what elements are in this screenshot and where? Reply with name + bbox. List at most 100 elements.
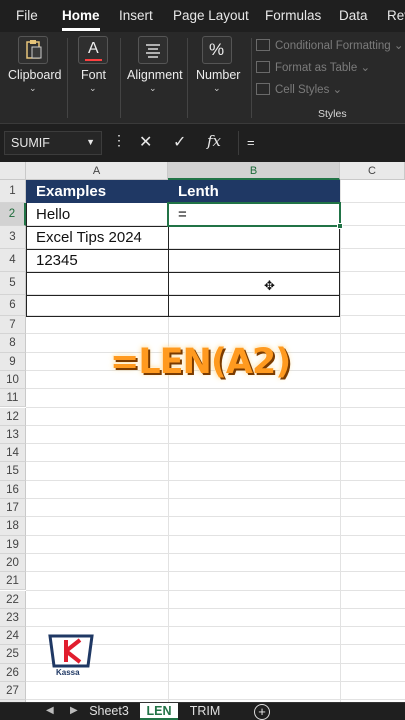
row-header-24[interactable]: 24 [0, 627, 26, 646]
menu-bar: File Home Insert Page Layout Formulas Da… [0, 0, 405, 32]
row-header-26[interactable]: 26 [0, 663, 26, 682]
row-header-8[interactable]: 8 [0, 334, 26, 353]
clipboard-label: Clipboard [8, 68, 62, 82]
row-header-16[interactable]: 16 [0, 480, 26, 499]
more-options-icon[interactable]: ⋮ [112, 132, 126, 149]
cell-a2[interactable]: Hello [26, 203, 168, 226]
sheet-tab-len[interactable]: LEN [140, 703, 178, 720]
add-sheet-icon[interactable]: + [254, 704, 270, 720]
gridline [26, 571, 405, 573]
row-header-4[interactable]: 4 [0, 249, 26, 272]
cell-a3[interactable]: Excel Tips 2024 [26, 226, 168, 249]
scroll-left-icon[interactable]: ◀ [46, 705, 54, 716]
gridline [26, 424, 405, 426]
row-header-11[interactable]: 11 [0, 389, 26, 408]
row-header-21[interactable]: 21 [0, 572, 26, 591]
insert-function-icon[interactable]: fx [207, 132, 221, 150]
formula-input[interactable]: = [238, 131, 405, 155]
column-header-b[interactable]: B [168, 162, 340, 180]
row-header-9[interactable]: 9 [0, 352, 26, 371]
row-header-7[interactable]: 7 [0, 316, 26, 335]
gridline [26, 333, 405, 335]
ribbon: Clipboard ⌄ A Font ⌄ Alignment ⌄ % Numbe… [0, 32, 405, 124]
row-header-15[interactable]: 15 [0, 462, 26, 481]
percent-icon: % [202, 36, 232, 64]
alignment-group[interactable]: Alignment ⌄ [121, 32, 185, 124]
cursor-icon: ✥ [264, 278, 275, 293]
row-header-18[interactable]: 18 [0, 517, 26, 536]
tab-review[interactable]: Rev [387, 8, 405, 23]
table-border [26, 249, 340, 250]
row-header-14[interactable]: 14 [0, 444, 26, 463]
chevron-down-icon: ⌄ [29, 83, 37, 93]
row-header-23[interactable]: 23 [0, 608, 26, 628]
gridline [26, 479, 405, 481]
gridline [26, 461, 405, 463]
ribbon-divider [251, 38, 252, 118]
tab-insert[interactable]: Insert [119, 8, 153, 23]
cell-styles-button[interactable]: Cell Styles ⌄ [256, 82, 342, 96]
row-header-17[interactable]: 17 [0, 499, 26, 518]
alignment-label: Alignment [127, 68, 183, 82]
row-header-13[interactable]: 13 [0, 425, 26, 445]
active-cell-b2[interactable] [167, 202, 343, 229]
gridline [26, 443, 405, 445]
row-header-22[interactable]: 22 [0, 590, 26, 609]
enter-icon[interactable]: ✓ [173, 132, 186, 152]
tab-formulas[interactable]: Formulas [265, 8, 321, 23]
tab-page-layout[interactable]: Page Layout [173, 8, 249, 23]
active-tab-indicator [62, 28, 100, 31]
table-icon [256, 61, 270, 73]
row-header-2[interactable]: 2 [0, 203, 26, 226]
sheet-tab-sheet3[interactable]: Sheet3 [86, 703, 132, 720]
row-header-1[interactable]: 1 [0, 180, 26, 203]
row-header-12[interactable]: 12 [0, 407, 26, 426]
table-border [26, 295, 340, 296]
styles-group: Conditional Formatting ⌄ Format as Table… [256, 32, 405, 124]
row-header-6[interactable]: 6 [0, 295, 26, 316]
sheet-tab-trim[interactable]: TRIM [184, 703, 226, 720]
column-header-c[interactable]: C [340, 162, 405, 180]
row-header-3[interactable]: 3 [0, 226, 26, 249]
formula-bar: SUMIF ▼ ⋮ ✕ ✓ fx = [0, 128, 405, 158]
fill-handle[interactable] [337, 223, 343, 229]
tab-home[interactable]: Home [62, 8, 100, 23]
chevron-down-icon: ⌄ [213, 83, 221, 93]
cell-a4[interactable]: 12345 [26, 249, 168, 272]
gridline [26, 388, 405, 390]
name-box[interactable]: SUMIF ▼ [4, 131, 102, 155]
header-cell-lenth[interactable]: Lenth [168, 180, 340, 203]
number-group[interactable]: % Number ⌄ [188, 32, 248, 124]
table-border [26, 203, 27, 316]
gridline [26, 498, 405, 499]
row-header-10[interactable]: 10 [0, 370, 26, 390]
kassa-logo: Kassa [46, 632, 96, 682]
clipboard-group[interactable]: Clipboard ⌄ [0, 32, 66, 124]
row-header-20[interactable]: 20 [0, 553, 26, 573]
number-label: Number [196, 68, 241, 82]
gridline [26, 626, 405, 628]
tab-data[interactable]: Data [339, 8, 368, 23]
worksheet-grid[interactable]: A B C 1 2 3 4 5 6 7 8 9 10 11 12 13 14 15 16 17 18 19 20 21 2… [0, 162, 405, 702]
scroll-right-icon[interactable]: ▶ [70, 705, 78, 716]
cancel-icon[interactable]: ✕ [139, 132, 152, 152]
select-all-corner[interactable] [0, 162, 26, 180]
formula-overlay-text: =LEN(A2) [110, 342, 291, 382]
row-header-27[interactable]: 27 [0, 682, 26, 701]
conditional-formatting-button[interactable]: Conditional Formatting ⌄ [256, 38, 404, 52]
font-group[interactable]: A Font ⌄ [68, 32, 118, 124]
row-header-5[interactable]: 5 [0, 272, 26, 295]
header-cell-examples[interactable]: Examples [26, 180, 168, 203]
row-header-25[interactable]: 25 [0, 645, 26, 664]
row-header-19[interactable]: 19 [0, 535, 26, 554]
column-header-a[interactable]: A [26, 162, 168, 180]
gridline [26, 552, 405, 554]
sheet-tab-bar: ◀ ▶ Sheet3 LEN TRIM + [0, 702, 405, 720]
tab-file[interactable]: File [16, 8, 38, 23]
gridline [26, 607, 405, 609]
format-as-table-button[interactable]: Format as Table ⌄ [256, 60, 370, 74]
chevron-down-icon: ▼ [86, 137, 95, 147]
styles-group-label: Styles [318, 108, 347, 120]
gridline [26, 699, 405, 701]
gridline [26, 406, 405, 408]
